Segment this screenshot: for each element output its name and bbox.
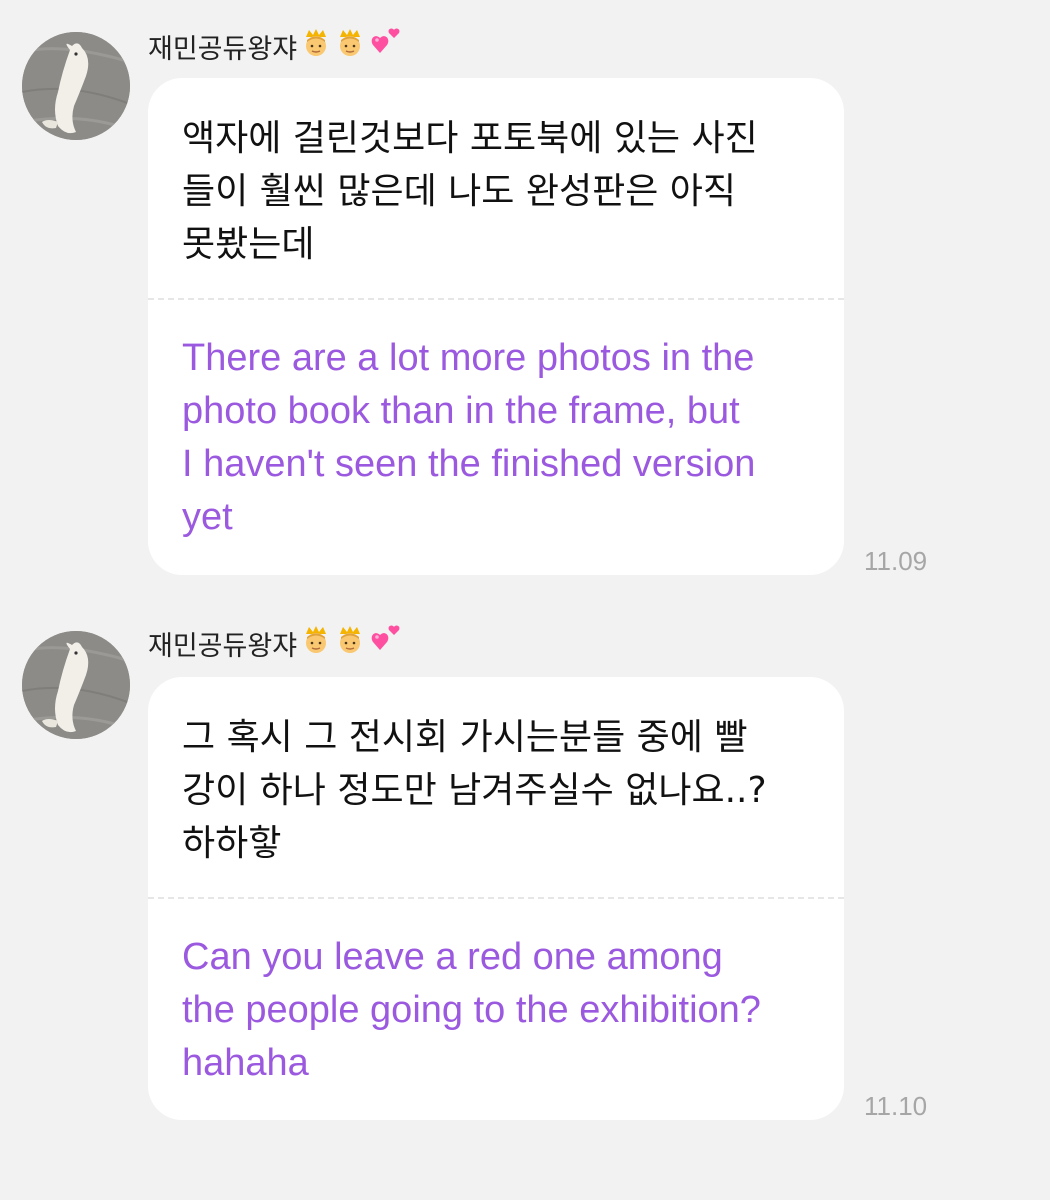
message-timestamp: 11.09: [864, 546, 928, 576]
cat-photo-icon: [22, 32, 130, 140]
two-hearts-icon: [369, 624, 403, 663]
avatar[interactable]: [22, 631, 130, 739]
prince-emoji-icon: [335, 27, 365, 66]
chat-thread: 재민공듀왕쟈 액자에 걸린것보다 포토북에 있는 사진 들이 훨씬 많은데 나도…: [0, 0, 1050, 1200]
message-bubble[interactable]: 액자에 걸린것보다 포토북에 있는 사진 들이 훨씬 많은데 나도 완성판은 아…: [148, 78, 844, 575]
sender-name: 재민공듀왕쟈: [148, 26, 403, 66]
prince-emoji-icon: [335, 624, 365, 663]
sender-name: 재민공듀왕쟈: [148, 623, 403, 663]
translation-divider: [148, 897, 844, 899]
two-hearts-icon: [369, 27, 403, 66]
avatar[interactable]: [22, 32, 130, 140]
original-message-text: 액자에 걸린것보다 포토북에 있는 사진 들이 훨씬 많은데 나도 완성판은 아…: [182, 118, 758, 265]
message-bubble[interactable]: 그 혹시 그 전시회 가시는분들 중에 빨 강이 하나 정도만 남겨주실수 없나…: [148, 677, 844, 1120]
message-timestamp: 11.10: [864, 1091, 928, 1121]
prince-emoji-icon: [301, 27, 331, 66]
translated-message-text: There are a lot more photos in the photo…: [182, 337, 756, 538]
sender-name-text: 재민공듀왕쟈: [148, 630, 298, 662]
sender-name-text: 재민공듀왕쟈: [148, 33, 298, 65]
prince-emoji-icon: [301, 624, 331, 663]
translation-divider: [148, 298, 844, 300]
cat-photo-icon: [22, 631, 130, 739]
translated-message-text: Can you leave a red one among the people…: [182, 936, 761, 1084]
original-message-text: 그 혹시 그 전시회 가시는분들 중에 빨 강이 하나 정도만 남겨주실수 없나…: [182, 717, 767, 864]
